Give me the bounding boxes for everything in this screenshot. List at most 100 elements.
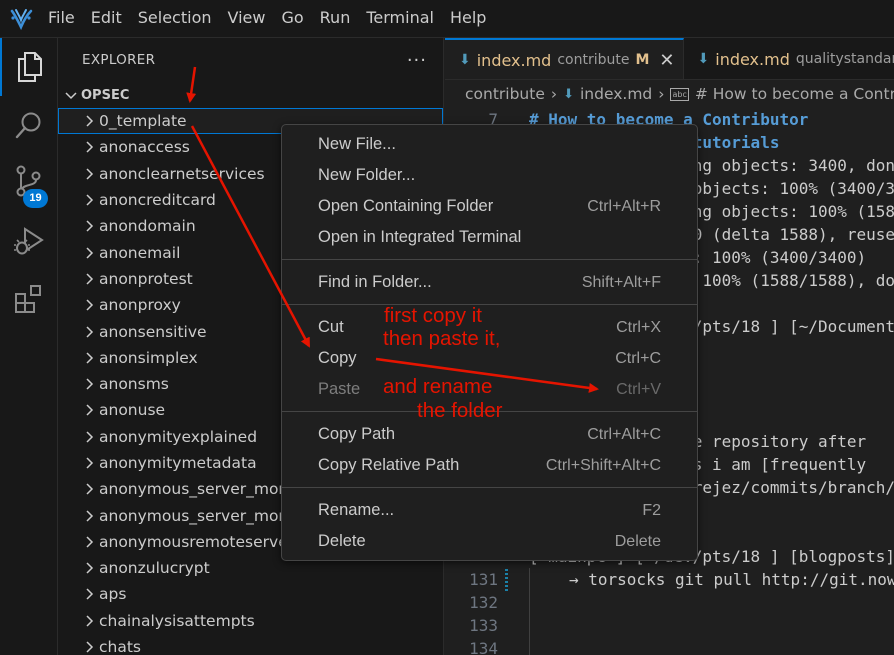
menu-view[interactable]: View bbox=[220, 0, 274, 38]
chevron-right-icon: › bbox=[658, 85, 665, 103]
editor-tab[interactable]: ⬇ index.md qualitystandard bbox=[684, 38, 894, 79]
code-line: 133 bbox=[445, 614, 894, 637]
menu-item-label: Copy bbox=[318, 349, 357, 367]
tree-folder-item[interactable]: chats bbox=[58, 634, 443, 655]
folder-name: anonuse bbox=[99, 401, 166, 420]
tree-folder-item[interactable]: chainalysisattempts bbox=[58, 608, 443, 634]
code-text: → torsocks git pull http://git.nowhereje… bbox=[569, 570, 894, 589]
line-number: 131 bbox=[469, 570, 498, 589]
chevron-right-icon bbox=[86, 168, 94, 180]
chevron-down-icon bbox=[65, 92, 77, 100]
breadcrumb: contribute › ⬇ index.md › abc # How to b… bbox=[445, 80, 894, 108]
close-icon[interactable]: ✕ bbox=[659, 50, 674, 71]
folder-name: anonsensitive bbox=[99, 322, 207, 341]
folder-name: 0_template bbox=[99, 112, 187, 131]
folder-name: anonsimplex bbox=[99, 348, 198, 367]
menu-item-shortcut: Delete bbox=[614, 532, 661, 550]
chevron-right-icon bbox=[86, 483, 94, 495]
indent-guide bbox=[529, 591, 530, 614]
chevron-right-icon bbox=[86, 641, 94, 653]
menu-terminal[interactable]: Terminal bbox=[358, 0, 442, 38]
breadcrumb-folder[interactable]: contribute bbox=[465, 85, 545, 103]
tree-folder-item[interactable]: aps bbox=[58, 581, 443, 607]
folder-name: aps bbox=[99, 585, 127, 604]
folder-name: anonymitymetadata bbox=[99, 454, 257, 472]
menu-item-new-file[interactable]: New File... bbox=[282, 129, 697, 160]
breadcrumb-file[interactable]: index.md bbox=[580, 85, 652, 103]
run-debug-button[interactable] bbox=[0, 212, 58, 270]
more-actions-icon[interactable]: ··· bbox=[407, 50, 427, 71]
title-bar: File Edit Selection View Go Run Terminal Help bbox=[0, 0, 894, 38]
annotation-text-2: then paste it, bbox=[383, 327, 501, 350]
run-debug-icon bbox=[14, 227, 44, 255]
code-line: 134 bbox=[445, 637, 894, 655]
menu-item-label: Rename... bbox=[318, 501, 395, 519]
workspace-name: OPSEC bbox=[81, 87, 130, 103]
folder-name: chats bbox=[99, 638, 141, 655]
menu-selection[interactable]: Selection bbox=[130, 0, 220, 38]
chevron-right-icon bbox=[86, 273, 94, 285]
extensions-button[interactable] bbox=[0, 270, 58, 328]
menu-item-copy-path[interactable]: Copy Path Ctrl+Alt+C bbox=[282, 419, 697, 450]
folder-name: anonclearnetservices bbox=[99, 164, 265, 183]
chevron-right-icon bbox=[86, 510, 94, 522]
line-number: 132 bbox=[469, 593, 498, 612]
menu-edit[interactable]: Edit bbox=[83, 0, 130, 38]
chevron-right-icon bbox=[86, 457, 94, 469]
menu-item-delete[interactable]: Delete Delete bbox=[282, 526, 697, 557]
breadcrumb-symbol[interactable]: # How to become a Contributor bbox=[695, 85, 894, 103]
indent-guide bbox=[529, 637, 530, 655]
modified-indicator: M bbox=[635, 52, 650, 68]
chevron-right-icon bbox=[86, 325, 94, 338]
search-icon bbox=[15, 112, 41, 139]
explorer-header: EXPLORER ··· bbox=[58, 38, 443, 82]
menu-separator bbox=[282, 487, 697, 488]
editor-tab[interactable]: ⬇ index.md contribute M ✕ bbox=[445, 38, 684, 79]
folder-name: anonproxy bbox=[99, 296, 181, 315]
search-button[interactable] bbox=[0, 96, 58, 154]
explorer-button[interactable] bbox=[0, 38, 58, 96]
string-symbol-icon: abc bbox=[670, 87, 689, 101]
tab-folder: contribute bbox=[557, 52, 630, 68]
chevron-right-icon: › bbox=[550, 85, 558, 103]
markdown-file-icon: ⬇ bbox=[697, 51, 710, 67]
tab-filename: index.md bbox=[476, 50, 552, 70]
folder-name: anonprotest bbox=[99, 269, 193, 288]
menu-bar: File Edit Selection View Go Run Terminal Help bbox=[40, 0, 494, 38]
source-control-button[interactable]: 19 bbox=[0, 154, 58, 212]
folder-name: anonemail bbox=[99, 243, 181, 262]
menu-item-label: Copy Path bbox=[318, 425, 396, 443]
menu-file[interactable]: File bbox=[40, 0, 83, 38]
folder-name: anoncreditcard bbox=[99, 191, 216, 210]
menu-item-rename[interactable]: Rename... F2 bbox=[282, 495, 697, 526]
folder-name: anonymityexplained bbox=[99, 427, 258, 446]
folder-name: anonzulucrypt bbox=[99, 559, 210, 578]
menu-item-label: Delete bbox=[318, 532, 366, 550]
menu-separator bbox=[282, 304, 697, 305]
menu-item-shortcut: Ctrl+C bbox=[615, 349, 661, 367]
menu-item-find-in-folder[interactable]: Find in Folder... Shift+Alt+F bbox=[282, 267, 697, 298]
menu-item-copy-relative-path[interactable]: Copy Relative Path Ctrl+Shift+Alt+C bbox=[282, 450, 697, 481]
tab-filename: index.md bbox=[715, 49, 790, 69]
source-control-badge: 19 bbox=[23, 189, 48, 208]
annotation-text-1: first copy it bbox=[384, 304, 482, 327]
menu-item-label: Paste bbox=[318, 380, 361, 398]
folder-name: anonymousremoteserver bbox=[99, 532, 295, 551]
menu-item-label: Copy Relative Path bbox=[318, 456, 460, 474]
tab-folder: qualitystandard bbox=[795, 51, 894, 67]
code-line: 131 → torsocks git pull http://git.nowher… bbox=[445, 568, 894, 591]
menu-item-open-in-integrated-terminal[interactable]: Open in Integrated Terminal bbox=[282, 222, 697, 253]
menu-item-open-containing-folder[interactable]: Open Containing Folder Ctrl+Alt+R bbox=[282, 191, 697, 222]
menu-item-label: New File... bbox=[318, 135, 396, 153]
menu-item-new-folder[interactable]: New Folder... bbox=[282, 160, 697, 191]
workspace-section-header[interactable]: OPSEC bbox=[58, 82, 443, 108]
code-line: 132 bbox=[445, 591, 894, 614]
menu-item-label: Find in Folder... bbox=[318, 273, 432, 291]
menu-go[interactable]: Go bbox=[273, 0, 311, 38]
menu-item-label: Open Containing Folder bbox=[318, 197, 494, 215]
menu-item-shortcut: Ctrl+Alt+C bbox=[587, 425, 661, 443]
menu-help[interactable]: Help bbox=[442, 0, 494, 38]
chevron-right-icon bbox=[86, 220, 94, 232]
menu-item-shortcut: Ctrl+Shift+Alt+C bbox=[545, 456, 661, 474]
menu-run[interactable]: Run bbox=[312, 0, 359, 38]
